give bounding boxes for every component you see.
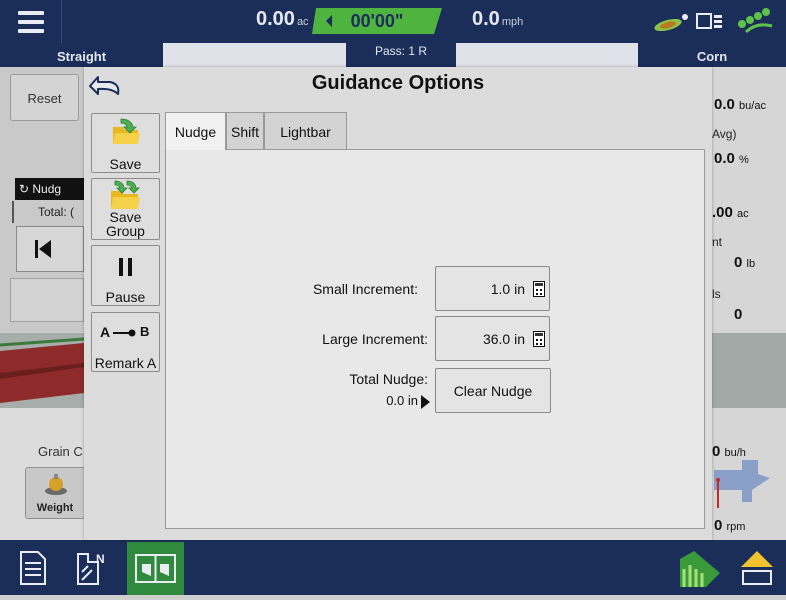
menu-button[interactable] <box>0 0 62 43</box>
rpm-readout: 0 rpm <box>714 517 746 534</box>
skip-back-icon <box>35 240 51 258</box>
save-group-label-line2: Group <box>106 223 145 239</box>
calculator-icon <box>533 331 545 347</box>
area-readout: 0.00 ac <box>256 8 309 30</box>
status-icons-svg <box>654 8 773 34</box>
combine-icon <box>714 460 770 508</box>
skip-back-button[interactable] <box>16 226 84 272</box>
avg-label: Avg) <box>712 127 737 141</box>
large-increment-value: 36.0 in <box>482 331 525 347</box>
save-label: Save <box>109 156 142 172</box>
tab-shift[interactable]: Shift <box>226 112 264 149</box>
harvest-field-icon <box>680 551 720 587</box>
field-operation-button[interactable] <box>674 546 724 590</box>
display-settings-icon <box>696 13 722 29</box>
gps-satellite-icon <box>654 14 688 32</box>
save-group-button[interactable]: Save Group <box>91 178 160 240</box>
moisture-readout: 0.0 % <box>714 150 749 167</box>
pause-label: Pause <box>105 289 146 305</box>
total-nudge-value: 0.0 in <box>386 393 418 408</box>
crop-tab[interactable]: Corn <box>638 43 786 67</box>
guidance-mode-tab[interactable]: Straight <box>0 43 163 67</box>
small-increment-field[interactable]: 1.0 in <box>435 266 550 311</box>
scale-icon <box>45 474 67 495</box>
status-icons[interactable] <box>646 4 781 38</box>
ls-label: ls <box>712 287 721 301</box>
total-nudge-readout: 0.0 in <box>360 393 430 409</box>
remark-a-label: Remark A <box>94 355 157 371</box>
large-increment-label: Large Increment: <box>322 331 428 347</box>
eject-button[interactable] <box>732 546 782 590</box>
play-triangle-icon <box>421 394 430 409</box>
background-action-button[interactable] <box>10 278 84 322</box>
nudge-chip: ↻ Nudg <box>15 178 85 200</box>
save-group-folder-icon <box>111 180 140 209</box>
menu-icon-bar <box>17 10 44 15</box>
menu-icon-bar <box>17 19 44 24</box>
split-view-button[interactable] <box>127 542 184 595</box>
timer-text: 00'00" <box>350 11 404 31</box>
weight-right-readout: 0 lb <box>734 254 756 271</box>
remark-ab-icon: A B <box>100 324 150 340</box>
pass-label: Pass: 1 R <box>346 43 456 67</box>
clear-nudge-button[interactable]: Clear Nudge <box>435 368 551 413</box>
area-right-readout: .00 ac <box>712 204 749 221</box>
field-map-button[interactable]: N <box>68 546 118 590</box>
pause-icon <box>119 258 132 276</box>
large-increment-field[interactable]: 36.0 in <box>435 316 550 361</box>
document-icon <box>20 551 46 585</box>
total-chip: Total: ( <box>12 201 85 223</box>
t-label: nt <box>712 235 723 249</box>
reset-button[interactable]: Reset <box>10 74 79 121</box>
tab-lightbar[interactable]: Lightbar <box>264 112 347 149</box>
menu-icon-bar <box>17 28 44 33</box>
total-nudge-label: Total Nudge: <box>349 371 428 387</box>
weight-button[interactable]: Weight <box>25 467 85 519</box>
save-folder-icon <box>113 118 140 144</box>
field-map-strip <box>0 333 84 408</box>
remark-a-button[interactable]: A B Remark A <box>91 312 160 372</box>
nudge-refresh-icon: ↻ <box>19 182 33 196</box>
flow-readout: 0 bu/h <box>712 443 746 460</box>
save-button[interactable]: Save <box>91 113 160 173</box>
save-group-label-line1: Save <box>109 209 142 225</box>
small-increment-value: 1.0 in <box>490 281 525 297</box>
dialog-title: Guidance Options <box>311 72 485 94</box>
grain-label: Grain C <box>38 444 83 459</box>
calculator-icon <box>533 281 545 297</box>
tab-nudge[interactable]: Nudge <box>165 112 226 150</box>
right-map-strip <box>712 333 786 408</box>
small-increment-label: Small Increment: <box>312 281 418 297</box>
field-map-icon: N <box>77 552 105 585</box>
yield-readout: 0.0 bu/ac <box>714 96 766 113</box>
document-button[interactable] <box>8 546 58 590</box>
timer-badge: 00'00" <box>312 8 442 34</box>
svg-text:N: N <box>96 552 105 566</box>
count-readout: 0 <box>734 306 743 323</box>
speed-readout: 0.0 mph <box>472 8 524 30</box>
signal-strength-icon <box>738 8 773 34</box>
eject-icon <box>741 551 773 585</box>
split-view-icon <box>135 554 176 583</box>
pause-button[interactable]: Pause <box>91 245 160 306</box>
field-map-svg <box>0 333 84 408</box>
